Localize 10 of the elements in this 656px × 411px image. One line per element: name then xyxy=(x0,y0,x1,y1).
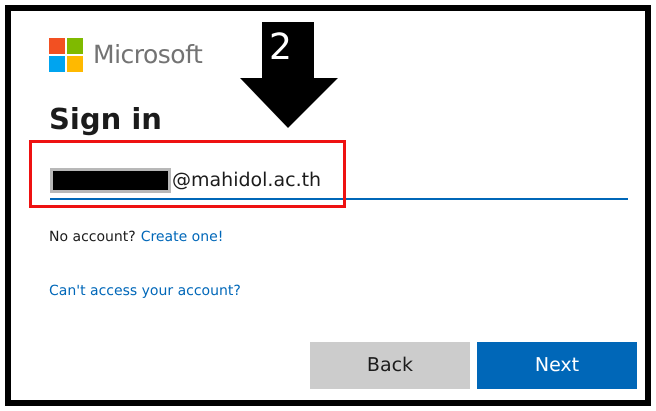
logo-icon xyxy=(49,38,83,72)
email-field[interactable]: @mahidol.ac.th xyxy=(50,163,628,200)
next-button[interactable]: Next xyxy=(477,342,637,389)
back-button[interactable]: Back xyxy=(310,342,470,389)
page-title: Sign in xyxy=(49,101,163,137)
account-access-link[interactable]: Can't access your account? xyxy=(49,283,241,299)
step-number: 2 xyxy=(269,28,292,68)
no-account-text: No account? xyxy=(49,228,136,247)
brand-name: Microsoft xyxy=(93,39,202,72)
create-account-link[interactable]: Create one! xyxy=(140,227,224,248)
